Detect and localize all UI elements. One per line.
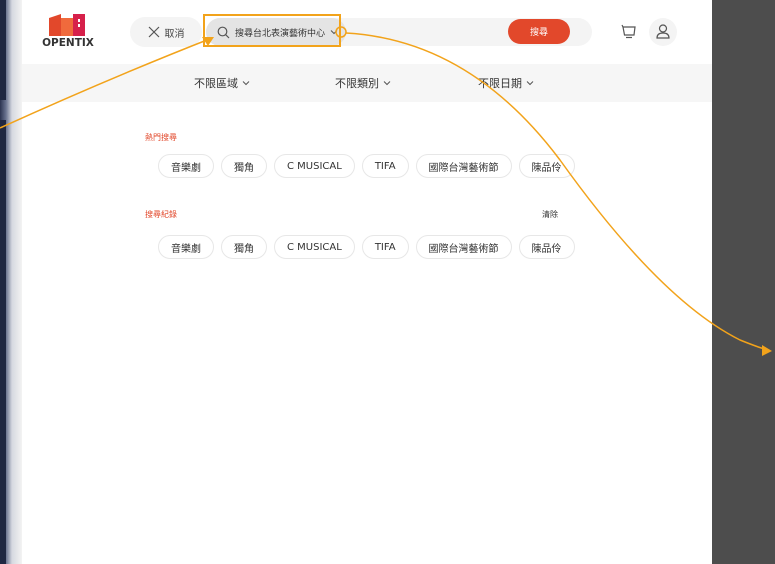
logo-text: OPENTIX — [42, 37, 94, 49]
user-button[interactable] — [649, 18, 677, 46]
history-chip[interactable]: 陳品伶 — [518, 235, 575, 259]
filter-category[interactable]: 不限類別 — [335, 64, 391, 102]
history-chip[interactable]: 音樂劇 — [158, 235, 214, 259]
overlay-dim-panel — [712, 0, 775, 564]
search-history-chips: 音樂劇 獨角 C MUSICAL TIFA 國際台灣藝術節 陳品伶 — [158, 235, 575, 259]
history-chip[interactable]: 國際台灣藝術節 — [415, 235, 512, 259]
chevron-down-icon — [383, 81, 391, 86]
user-icon — [656, 24, 670, 39]
hot-search-chip[interactable]: C MUSICAL — [274, 154, 355, 178]
cancel-label: 取消 — [164, 28, 185, 40]
filter-date-label: 不限日期 — [478, 77, 522, 90]
close-icon — [148, 26, 159, 38]
clear-history-link[interactable]: 清除 — [542, 209, 558, 220]
cart-button[interactable] — [615, 18, 643, 46]
search-history-title: 搜尋紀錄 — [145, 210, 177, 219]
hot-search-chip[interactable]: 獨角 — [221, 154, 267, 178]
annotation-highlight-box — [203, 14, 341, 47]
history-chip[interactable]: 獨角 — [221, 235, 267, 259]
opentix-logo[interactable]: OPENTIX — [40, 14, 96, 52]
chevron-down-icon — [242, 81, 250, 86]
history-chip[interactable]: TIFA — [361, 235, 409, 259]
filter-category-label: 不限類別 — [335, 77, 379, 90]
search-button[interactable]: 搜尋 — [508, 19, 570, 44]
filter-date[interactable]: 不限日期 — [478, 64, 534, 102]
background-window-strip — [0, 0, 22, 564]
top-header: OPENTIX 取消 搜尋台北表演藝術中心 搜尋 — [22, 0, 712, 64]
chevron-down-icon — [526, 81, 534, 86]
hot-search-chip[interactable]: 陳品伶 — [518, 154, 575, 178]
history-chip[interactable]: C MUSICAL — [274, 235, 355, 259]
hot-search-chip[interactable]: 音樂劇 — [158, 154, 214, 178]
cancel-button[interactable]: 取消 — [130, 17, 202, 47]
logo-mark-icon — [49, 14, 85, 36]
filter-bar: 不限區域 不限類別 不限日期 — [22, 64, 712, 102]
filter-region-label: 不限區域 — [194, 77, 238, 90]
filter-region[interactable]: 不限區域 — [194, 64, 250, 102]
hot-search-chip[interactable]: TIFA — [361, 154, 409, 178]
hot-search-chips: 音樂劇 獨角 C MUSICAL TIFA 國際台灣藝術節 陳品伶 — [158, 154, 575, 178]
hot-search-title: 熱門搜尋 — [145, 133, 177, 142]
cart-icon — [621, 24, 636, 39]
hot-search-chip[interactable]: 國際台灣藝術節 — [415, 154, 512, 178]
